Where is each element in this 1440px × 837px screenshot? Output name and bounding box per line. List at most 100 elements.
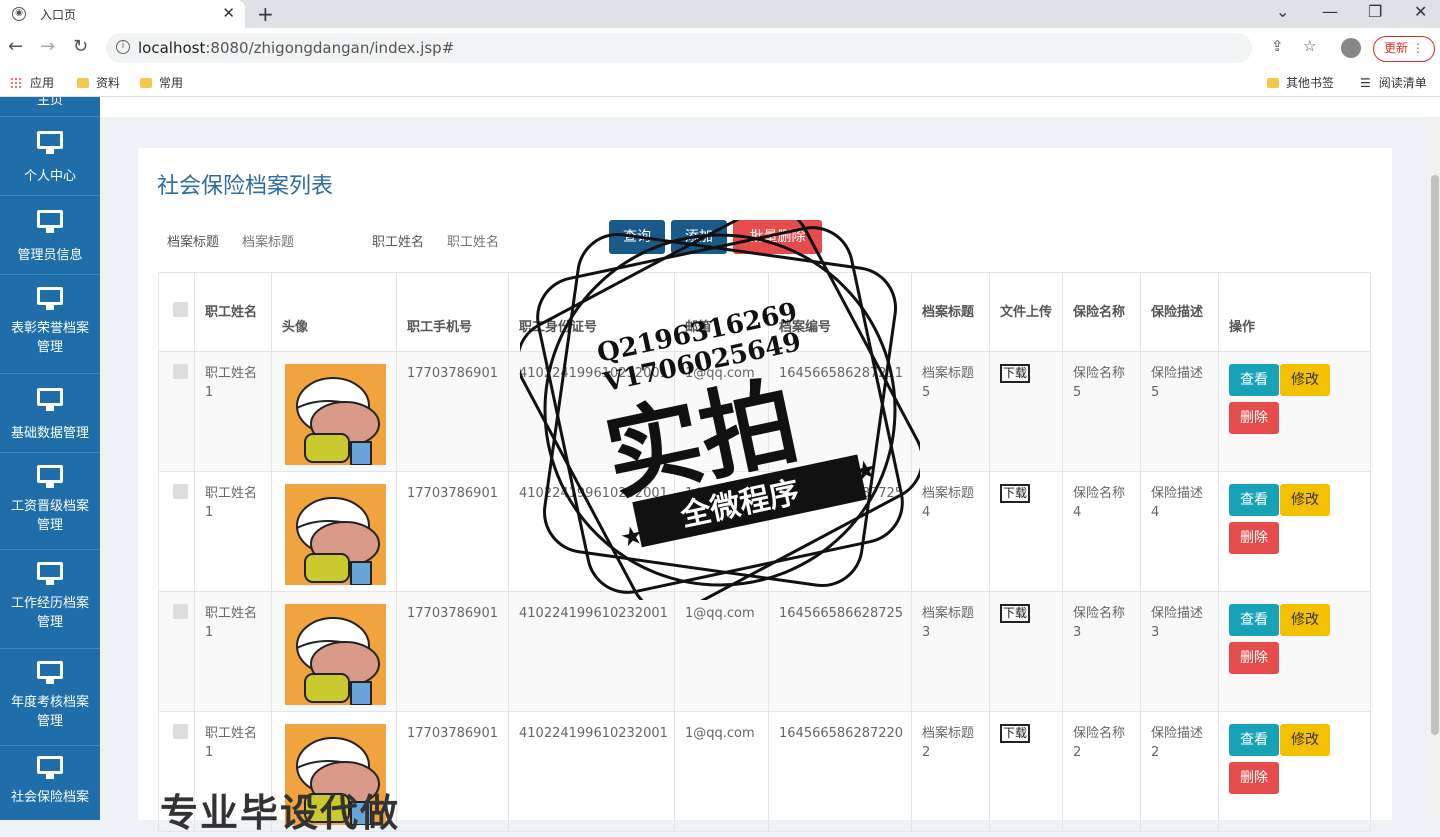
table-header-row: 职工姓名 头像 职工手机号 职工身份证号 邮箱 档案编号 档案标题 文件上传 保… xyxy=(158,272,1371,352)
table-row: 职工姓名1 17703786901 410224199610232001 1@q… xyxy=(158,351,1371,472)
table-row: 职工姓名1 17703786901 410224199610232001 1@q… xyxy=(158,591,1371,712)
cell-title: 档案标题5 xyxy=(911,351,990,472)
cell-file: 下载 xyxy=(989,711,1063,832)
view-button[interactable]: 查看 xyxy=(1229,724,1279,756)
edit-button[interactable]: 修改 xyxy=(1280,604,1330,636)
sidebar-item-basic-data[interactable]: 基础数据管理 xyxy=(0,374,100,453)
sidebar-item-work-history[interactable]: 工作经历档案管理 xyxy=(0,550,100,649)
update-button[interactable]: 更新 ⋮ xyxy=(1373,36,1435,62)
bookmark-folder[interactable]: 资料 xyxy=(77,74,120,91)
minimize-icon[interactable]: — xyxy=(1322,2,1338,21)
column-header: 保险名称 xyxy=(1062,272,1141,352)
more-icon[interactable]: ⋮ xyxy=(1412,41,1424,55)
download-link[interactable]: 下载 xyxy=(1000,484,1031,503)
cell-code: 164566586287220 xyxy=(768,711,912,832)
reading-list[interactable]: ☰ 阅读清单 xyxy=(1360,74,1427,91)
cell-phone: 17703786901 xyxy=(396,711,509,832)
edit-button[interactable]: 修改 xyxy=(1280,484,1330,516)
query-button[interactable]: 查询 xyxy=(609,220,665,254)
cell-name: 职工姓名1 xyxy=(194,351,272,472)
globe-icon: ◉ xyxy=(12,7,26,21)
view-button[interactable]: 查看 xyxy=(1229,484,1279,516)
cell-email: 1@qq.com xyxy=(674,591,769,712)
row-checkbox[interactable] xyxy=(173,604,188,619)
sidebar-item-home[interactable]: 主页 xyxy=(0,97,100,117)
download-link[interactable]: 下载 xyxy=(1000,364,1031,383)
sidebar-item-profile[interactable]: 个人中心 xyxy=(0,117,100,196)
maximize-icon[interactable]: ❐ xyxy=(1368,2,1382,21)
monitor-icon xyxy=(37,210,63,233)
bookmark-other[interactable]: 其他书签 xyxy=(1267,74,1334,91)
edit-button[interactable]: 修改 xyxy=(1280,724,1330,756)
cell-name: 职工姓名1 xyxy=(194,471,272,592)
filter-input-name[interactable] xyxy=(445,231,559,253)
share-icon[interactable]: ⇪ xyxy=(1271,37,1284,55)
row-checkbox[interactable] xyxy=(173,484,188,499)
close-window-icon[interactable]: ✕ xyxy=(1414,2,1427,21)
bookmark-label: 资料 xyxy=(96,76,121,90)
sidebar-item-label: 管理员信息 xyxy=(17,248,83,263)
select-all-checkbox[interactable] xyxy=(173,301,188,317)
close-tab-icon[interactable]: ✕ xyxy=(222,4,235,22)
tab-search-icon[interactable]: ⌄ xyxy=(1276,2,1289,21)
top-strip xyxy=(100,97,1440,117)
row-checkbox[interactable] xyxy=(173,724,188,739)
bookmark-label: 其他书签 xyxy=(1286,76,1335,90)
delete-button[interactable]: 删除 xyxy=(1229,522,1279,554)
column-header: 文件上传 xyxy=(989,272,1063,352)
delete-button[interactable]: 删除 xyxy=(1229,762,1279,794)
cell-insurance-name: 保险名称2 xyxy=(1062,711,1141,832)
batch-delete-button[interactable]: 批量删除 xyxy=(733,220,822,254)
url-path: :8080/zhigongdangan/index.jsp# xyxy=(205,39,455,57)
filter-input-title[interactable] xyxy=(240,231,354,253)
column-header: 职工姓名 xyxy=(194,272,272,352)
sidebar-item-admins[interactable]: 管理员信息 xyxy=(0,196,100,275)
forward-icon[interactable]: → xyxy=(40,36,55,57)
sidebar-item-label: 表彰荣誉档案管理 xyxy=(10,321,89,355)
cell-file: 下载 xyxy=(989,351,1063,472)
back-icon[interactable]: ← xyxy=(8,36,23,57)
view-button[interactable]: 查看 xyxy=(1229,364,1279,396)
sidebar: 主页 个人中心 管理员信息 表彰荣誉档案管理 基础数据管理 工资晋级档案管理 工… xyxy=(0,97,100,820)
cell-email: 1@qq.com xyxy=(674,471,769,592)
cell-avatar xyxy=(271,351,397,472)
sidebar-item-label: 基础数据管理 xyxy=(10,426,89,441)
cell-email: 1@qq.com xyxy=(674,711,769,832)
download-link[interactable]: 下载 xyxy=(1000,724,1031,743)
scrollbar-thumb[interactable] xyxy=(1431,175,1439,735)
cell-code: 164566586287725 xyxy=(768,471,912,592)
delete-button[interactable]: 删除 xyxy=(1229,642,1279,674)
star-icon[interactable]: ☆ xyxy=(1303,37,1316,55)
sidebar-item-annual-review[interactable]: 年度考核档案管理 xyxy=(0,649,100,746)
row-checkbox[interactable] xyxy=(173,364,188,379)
table-row: 职工姓名1 17703786901 410224199610232001 1@q… xyxy=(158,471,1371,592)
browser-tab[interactable]: ◉ 入口页 ✕ xyxy=(0,0,245,28)
url-field[interactable]: i localhost:8080/zhigongdangan/index.jsp… xyxy=(106,33,1252,63)
profile-icon[interactable] xyxy=(1341,38,1361,58)
bookmarks-bar: 应用 资料 常用 其他书签 ☰ 阅读清单 xyxy=(0,68,1440,97)
cell-idcard: 410224199610232001 xyxy=(508,351,675,472)
sidebar-item-honor[interactable]: 表彰荣誉档案管理 xyxy=(0,275,100,374)
sidebar-item-label: 社会保险档案 xyxy=(10,790,89,805)
reload-icon[interactable]: ↻ xyxy=(73,36,88,57)
cell-idcard: 410224199610232001 xyxy=(508,591,675,712)
avatar-image xyxy=(285,604,386,705)
delete-button[interactable]: 删除 xyxy=(1229,402,1279,434)
sidebar-item-social-insurance[interactable]: 社会保险档案 xyxy=(0,746,100,820)
view-button[interactable]: 查看 xyxy=(1229,604,1279,636)
bookmark-apps[interactable]: 应用 xyxy=(10,74,54,91)
download-link[interactable]: 下载 xyxy=(1000,604,1031,623)
info-icon[interactable]: i xyxy=(116,40,130,54)
edit-button[interactable]: 修改 xyxy=(1280,364,1330,396)
cell-insurance-name: 保险名称3 xyxy=(1062,591,1141,712)
new-tab-icon[interactable]: + xyxy=(257,2,274,26)
add-button[interactable]: 添加 xyxy=(671,220,727,254)
sidebar-item-salary[interactable]: 工资晋级档案管理 xyxy=(0,453,100,550)
sidebar-item-label: 主页 xyxy=(36,97,63,108)
checkbox-cell xyxy=(158,351,195,472)
bookmark-folder[interactable]: 常用 xyxy=(140,74,183,91)
reading-list-icon: ☰ xyxy=(1360,75,1371,90)
bookmark-label: 阅读清单 xyxy=(1378,76,1427,90)
sidebar-item-label: 个人中心 xyxy=(23,169,76,184)
column-header: 职工身份证号 xyxy=(508,272,675,352)
